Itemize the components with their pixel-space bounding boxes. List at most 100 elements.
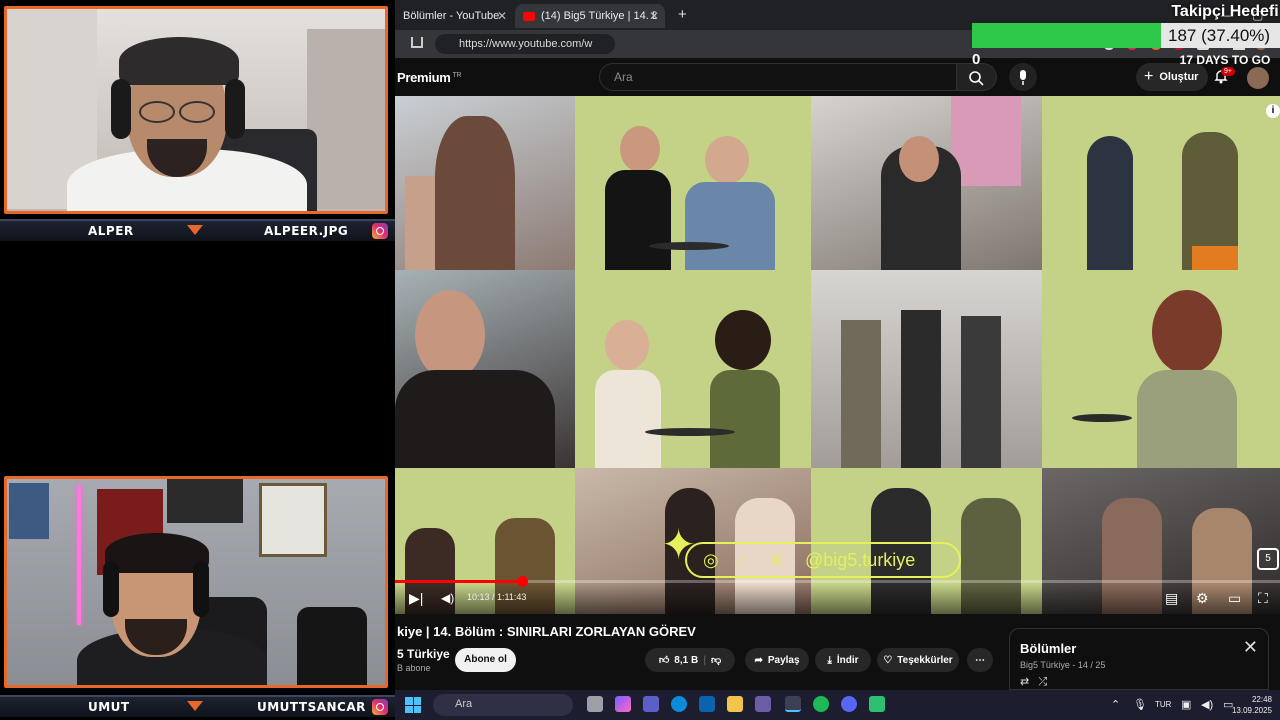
plus-icon: + xyxy=(1144,68,1154,85)
cam1-name-left: ALPER xyxy=(88,224,134,238)
network-icon[interactable]: ▣ xyxy=(1181,698,1191,711)
progress-bar[interactable] xyxy=(395,576,1280,587)
social-watermark: ◎ ♪ ✕ @big5.turkiye xyxy=(685,542,961,578)
youtube-premium-logo[interactable]: Premium TR xyxy=(397,70,462,85)
instagram-icon xyxy=(372,699,388,715)
task-view-icon[interactable] xyxy=(587,696,603,712)
more-actions-button[interactable]: ⋯ xyxy=(967,648,993,672)
video-frame-tile xyxy=(1042,96,1280,270)
cam1-name-right: ALPEER.JPG xyxy=(264,224,349,238)
video-player[interactable]: i ✦ ◎ ♪ ✕ @big5.turkiye 5 ▶| ◀) 10:13 / … xyxy=(395,96,1280,614)
windows-start-icon[interactable] xyxy=(405,697,421,713)
video-frame-tile xyxy=(395,96,575,270)
next-icon[interactable]: ▶| xyxy=(409,590,423,607)
tab-label: Bölümler - YouTube xyxy=(403,10,500,22)
tab-bolumler[interactable]: Bölümler - YouTube ✕ xyxy=(395,4,513,28)
info-icon[interactable]: i xyxy=(1266,104,1280,118)
chapters-panel: Bölümler Big5 Türkiye - 14 / 25 ✕ ⇄ ⤮ xyxy=(1009,628,1269,690)
discord-icon[interactable] xyxy=(841,696,857,712)
input-language[interactable]: TUR xyxy=(1155,700,1171,709)
share-label: Paylaş xyxy=(767,654,800,666)
fullscreen-icon[interactable]: ⛶ xyxy=(1258,590,1268,607)
spotify-icon[interactable] xyxy=(813,696,829,712)
goal-percent-label: 187 (37.40%) xyxy=(1168,26,1271,45)
youtube-icon xyxy=(523,11,535,21)
logo-region: TR xyxy=(452,71,462,79)
triangle-down-icon xyxy=(187,225,203,235)
thanks-label: Teşekkürler xyxy=(897,654,953,666)
app-icon[interactable] xyxy=(869,696,885,712)
video-frame-tile xyxy=(575,270,811,468)
url-field[interactable]: https://www.youtube.com/w xyxy=(435,34,615,54)
new-tab-button[interactable]: + xyxy=(678,6,687,23)
copilot-icon[interactable] xyxy=(615,696,631,712)
download-label: İndir xyxy=(836,654,859,666)
subscriber-count: B abone xyxy=(397,663,431,673)
like-dislike-group: 👍︎ 8,1 B | 👎︎ xyxy=(645,648,735,672)
theater-mode-icon[interactable]: ▭ xyxy=(1228,590,1241,607)
chapters-subtitle: Big5 Türkiye - 14 / 25 xyxy=(1020,660,1106,670)
video-frame-tile xyxy=(575,96,811,270)
heart-icon: ♡ xyxy=(883,654,893,666)
home-icon[interactable] xyxy=(411,37,423,48)
cam2-name-right: UMUTTSANCAR xyxy=(257,700,366,714)
player-controls: ▶| ◀) 10:13 / 1:11:43 ▤ ⚙ ▭ ⛶ xyxy=(395,584,1280,614)
close-icon[interactable]: ✕ xyxy=(497,9,507,23)
taskbar-clock[interactable]: 22:48 13.09.2025 xyxy=(1232,694,1272,716)
volume-icon[interactable]: ◀) xyxy=(441,591,454,605)
close-icon[interactable]: ✕ xyxy=(649,9,659,23)
video-frame-tile xyxy=(395,270,575,468)
outlook-icon[interactable] xyxy=(699,696,715,712)
chapters-title: Bölümler xyxy=(1020,641,1077,656)
divider: | xyxy=(703,654,706,666)
video-frame-tile xyxy=(1042,270,1280,468)
instagram-icon xyxy=(372,223,388,239)
video-details: kiye | 14. Bölüm : SINIRLARI ZORLAYAN GÖ… xyxy=(395,614,1280,690)
webcam-umut xyxy=(4,476,388,688)
triangle-down-icon xyxy=(187,701,203,711)
close-icon[interactable]: ✕ xyxy=(1243,637,1258,658)
subscribe-button[interactable]: Abone ol xyxy=(455,648,516,672)
thanks-button[interactable]: ♡ Teşekkürler xyxy=(877,648,959,672)
chapters-side-icon[interactable]: 5 xyxy=(1257,548,1279,570)
avatar[interactable] xyxy=(1247,67,1269,89)
social-handle: @big5.turkiye xyxy=(805,550,916,570)
chevron-up-icon[interactable]: ⌃ xyxy=(1111,698,1120,711)
download-icon: ⤓ xyxy=(827,654,832,666)
tiktok-icon: ♪ xyxy=(737,550,746,570)
search-input[interactable]: Ara xyxy=(599,63,957,91)
chrome-icon[interactable] xyxy=(785,696,801,712)
loop-shuffle-controls[interactable]: ⇄ ⤮ xyxy=(1020,675,1047,689)
browser-window: Bölümler - YouTube ✕ (14) Big5 Türkiye |… xyxy=(395,0,1280,690)
microphone-icon[interactable]: 🎙︎ xyxy=(1133,698,1147,711)
stream-overlay: ALPER ALPEER.JPG UMUT UMUTTSANCAR xyxy=(0,0,395,720)
gear-icon[interactable]: ⚙ xyxy=(1196,590,1209,607)
edge-icon[interactable] xyxy=(671,696,687,712)
share-button[interactable]: ➦ Paylaş xyxy=(745,648,809,672)
clock-date: 13.09.2025 xyxy=(1231,706,1272,715)
x-icon: ✕ xyxy=(769,550,785,570)
video-frame-tile xyxy=(811,270,1042,468)
url-text: https://www.youtube.com/w xyxy=(459,38,593,50)
taskbar-search-placeholder: Ara xyxy=(455,698,473,710)
download-button[interactable]: ⤓ İndir xyxy=(815,648,871,672)
folder-icon[interactable] xyxy=(727,696,743,712)
like-count[interactable]: 8,1 B xyxy=(674,655,698,666)
search-placeholder: Ara xyxy=(614,70,633,84)
cam2-name-left: UMUT xyxy=(88,700,130,714)
teams-icon[interactable] xyxy=(643,696,659,712)
video-frame-tile xyxy=(811,96,1042,270)
tab-video[interactable]: (14) Big5 Türkiye | 14. Bölüm : S ✕ xyxy=(515,4,665,28)
clock-time: 22:48 xyxy=(1251,695,1272,704)
goal-days-label: 17 DAYS TO GO xyxy=(1179,53,1271,67)
volume-icon[interactable]: ◀) xyxy=(1201,698,1213,711)
channel-name[interactable]: 5 Türkiye xyxy=(397,647,450,661)
game-controller-icon[interactable] xyxy=(755,696,771,712)
subtitles-icon[interactable]: ▤ xyxy=(1165,590,1178,607)
tab-label: (14) Big5 Türkiye | 14. Bölüm : S xyxy=(541,10,656,22)
thumbs-up-icon[interactable]: 👍︎ xyxy=(659,654,669,666)
thumbs-down-icon[interactable]: 👎︎ xyxy=(711,654,721,666)
taskbar-search-input[interactable]: Ara xyxy=(433,694,573,716)
cam2-name-bar: UMUT UMUTTSANCAR xyxy=(0,695,395,717)
cam1-name-bar: ALPER ALPEER.JPG xyxy=(0,219,395,241)
